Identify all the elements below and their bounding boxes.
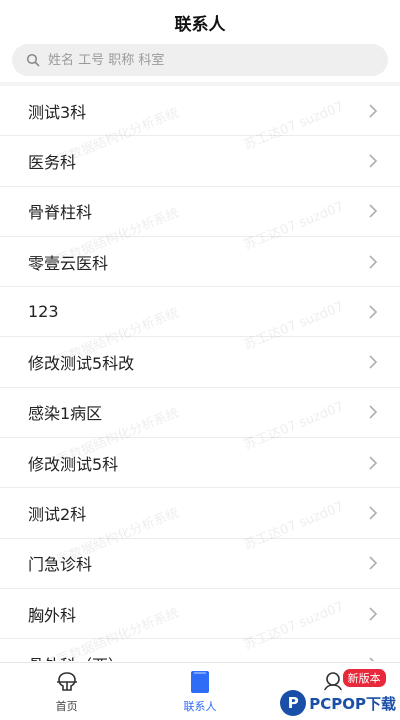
contacts-icon: [187, 670, 213, 694]
chevron-right-icon: [369, 204, 378, 218]
chevron-right-icon: [369, 154, 378, 168]
contact-list[interactable]: 测试3科 医务科 骨脊柱科 零壹云医科 123 修改测试5科改 感染1病区 修改…: [0, 86, 400, 661]
list-item[interactable]: 门急诊科: [0, 538, 400, 589]
search-icon: [26, 53, 40, 67]
chevron-right-icon: [369, 254, 378, 269]
list-item-label: 骨脊柱科: [28, 203, 93, 223]
pcpop-brand-text: PCPOP下载: [309, 694, 396, 713]
search-input[interactable]: [48, 52, 368, 68]
list-item[interactable]: 测试3科: [0, 86, 400, 137]
chevron-right-icon: [369, 355, 378, 369]
list-item[interactable]: 感染1病区: [0, 387, 400, 439]
tab-home[interactable]: 首页: [0, 663, 133, 720]
list-item-label: 医务科: [28, 152, 77, 172]
search-bar: [0, 44, 400, 78]
chevron-right-icon: [369, 104, 378, 118]
pcpop-logo-icon: P: [280, 690, 307, 716]
tab-home-label: 首页: [55, 699, 78, 713]
list-item-label: 123: [28, 302, 59, 322]
list-item-label: 门急诊科: [28, 555, 93, 575]
list-item-label: 零壹云医科: [28, 253, 109, 273]
pcpop-watermark: P PCPOP下载: [280, 690, 396, 716]
chevron-right-icon: [369, 607, 378, 621]
new-version-badge: 新版本: [342, 669, 386, 687]
list-item[interactable]: 骨外科（西）: [0, 639, 400, 661]
list-item-label: 骨外科（西）: [28, 652, 124, 661]
search-box[interactable]: [12, 44, 388, 76]
list-item-label: 修改测试5科: [28, 454, 119, 474]
home-icon: [54, 670, 80, 694]
chevron-right-icon: [369, 305, 378, 319]
chevron-right-icon: [369, 405, 378, 419]
list-item[interactable]: 胸外科: [0, 588, 400, 640]
list-item[interactable]: 修改测试5科改: [0, 337, 400, 388]
chevron-right-icon: [369, 506, 378, 520]
tab-contacts[interactable]: 联系人: [133, 663, 266, 720]
list-item[interactable]: 123: [0, 287, 400, 338]
top-header: 联系人: [0, 0, 400, 44]
page-title: 联系人: [174, 14, 226, 35]
chevron-right-icon: [369, 556, 378, 570]
list-item-label: 胸外科: [28, 605, 77, 625]
list-item[interactable]: 测试2科: [0, 488, 400, 539]
chevron-right-icon: [369, 657, 375, 661]
list-item-label: 修改测试5科改: [28, 354, 135, 374]
list-item-label: 测试3科: [28, 102, 87, 122]
list-item[interactable]: 骨脊柱科: [0, 186, 400, 237]
chevron-right-icon: [369, 456, 378, 470]
list-item[interactable]: 修改测试5科: [0, 438, 400, 489]
list-item-label: 感染1病区: [28, 404, 103, 424]
list-item[interactable]: 医务科: [0, 136, 400, 187]
list-item[interactable]: 零壹云医科: [0, 236, 400, 288]
list-item-label: 测试2科: [28, 505, 87, 525]
tab-contacts-label: 联系人: [183, 699, 217, 713]
